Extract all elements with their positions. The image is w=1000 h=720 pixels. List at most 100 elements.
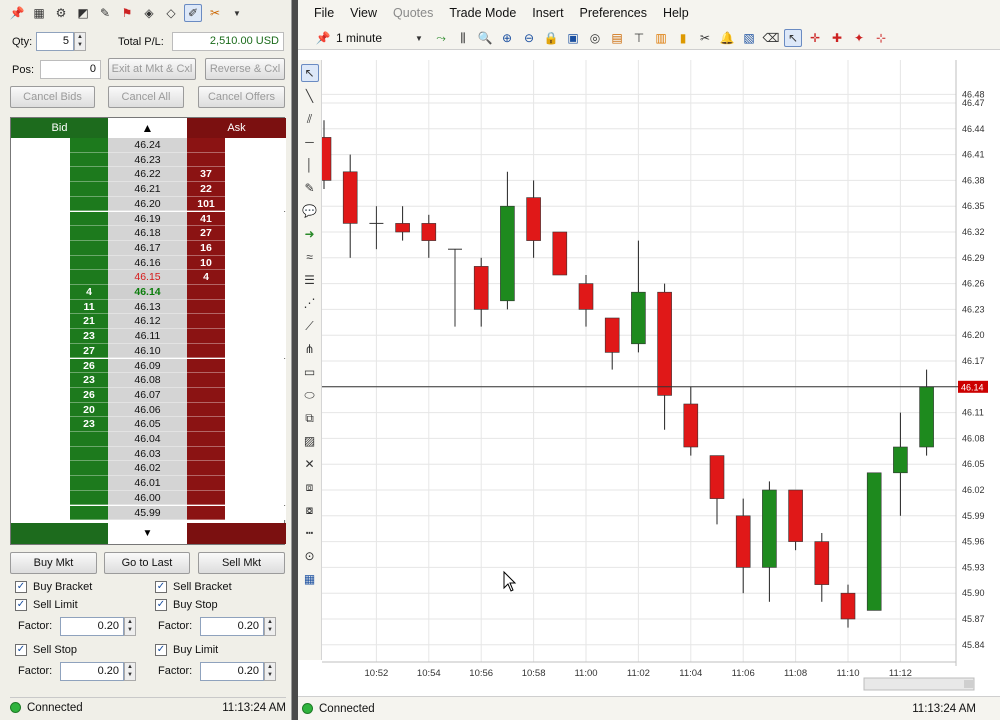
menu-file[interactable]: File [314, 6, 334, 20]
crosshair-global-icon[interactable]: ✚ [828, 29, 846, 47]
zoom-out-icon[interactable]: ⊖ [520, 29, 538, 47]
menu-insert[interactable]: Insert [532, 6, 563, 20]
cancel-all-button[interactable]: Cancel All [108, 86, 184, 108]
price-cell[interactable]: 46.24 [108, 138, 187, 153]
price-cell[interactable]: 46.12 [108, 314, 187, 330]
my-ask-cell[interactable] [225, 387, 286, 403]
my-bid-cell[interactable] [11, 432, 70, 447]
price-cell[interactable]: 46.02 [108, 461, 187, 477]
menu-quotes[interactable]: Quotes [393, 6, 433, 20]
alerts-icon[interactable]: ◇ [162, 4, 180, 22]
ask-size-cell[interactable]: 22 [187, 182, 225, 197]
ellipse-icon[interactable]: ⬭ [301, 386, 319, 404]
factor-stepper[interactable]: ▲ ▼ [264, 662, 276, 681]
my-bid-cell[interactable] [11, 461, 70, 477]
bid-size-cell[interactable] [70, 211, 108, 227]
fib-icon[interactable]: ☰ [301, 271, 319, 289]
sell-stop-checkbox[interactable]: ✓ [15, 644, 27, 656]
bid-size-cell[interactable] [70, 152, 108, 168]
chart-icon[interactable]: ◩ [74, 4, 92, 22]
vline-icon[interactable]: │ [301, 156, 319, 174]
lock-draw-icon[interactable]: ⊙ [301, 547, 319, 565]
group-icon[interactable]: ⧈ [301, 478, 319, 496]
tree-icon[interactable]: ⊤ [630, 29, 648, 47]
tools-icon[interactable]: ✂ [206, 4, 224, 22]
line-icon[interactable]: ╲ [301, 87, 319, 105]
save-icon[interactable]: ▣ [564, 29, 582, 47]
template-icon[interactable]: ▧ [740, 29, 758, 47]
ask-size-cell[interactable] [187, 329, 225, 344]
my-bid-cell[interactable] [11, 167, 70, 183]
ask-size-cell[interactable]: 101 [187, 196, 225, 212]
my-ask-cell[interactable] [225, 255, 286, 271]
bid-size-cell[interactable] [70, 476, 108, 491]
price-cell[interactable]: 46.10 [108, 343, 187, 359]
ask-size-cell[interactable]: 10 [187, 255, 225, 271]
price-cell[interactable]: 46.01 [108, 476, 187, 491]
price-cell[interactable]: 45.99 [108, 505, 187, 521]
channel-icon[interactable]: ⫽ [301, 110, 319, 128]
my-ask-cell[interactable] [225, 432, 286, 447]
copy-icon[interactable]: ⧉ [301, 409, 319, 427]
price-chart[interactable]: 46.4846.4746.4446.4146.3846.3546.3246.29… [322, 50, 1000, 700]
ask-size-cell[interactable] [187, 476, 225, 491]
arrow-icon[interactable]: ➜ [301, 225, 319, 243]
bid-size-cell[interactable] [70, 432, 108, 447]
qty-stepper[interactable]: ▲ ▼ [74, 32, 86, 51]
price-cell[interactable]: 46.22 [108, 167, 187, 183]
ask-size-cell[interactable] [187, 138, 225, 153]
bid-size-cell[interactable]: 20 [70, 402, 108, 418]
my-ask-cell[interactable] [225, 196, 286, 212]
ask-size-cell[interactable] [187, 446, 225, 462]
crosshair-icon[interactable]: ✛ [806, 29, 824, 47]
price-cell[interactable]: 46.14 [108, 285, 187, 300]
my-bid-cell[interactable] [11, 329, 70, 344]
my-ask-cell[interactable] [225, 402, 286, 418]
my-bid-cell[interactable] [11, 490, 70, 506]
factor-input[interactable]: 0.20 [200, 617, 264, 636]
grid-icon[interactable]: ▦ [301, 570, 319, 588]
cut-icon[interactable]: ✂ [696, 29, 714, 47]
interval-select[interactable]: 1 minute [336, 31, 406, 45]
bid-size-cell[interactable] [70, 167, 108, 183]
zoom-in-icon[interactable]: ⊕ [498, 29, 516, 47]
my-bid-cell[interactable] [11, 152, 70, 168]
my-bid-cell[interactable] [11, 446, 70, 462]
ask-size-cell[interactable] [187, 490, 225, 506]
factor-stepper[interactable]: ▲ ▼ [124, 662, 136, 681]
alert-icon[interactable]: ⚑ [118, 4, 136, 22]
price-cell[interactable]: 46.23 [108, 152, 187, 168]
my-bid-cell[interactable] [11, 387, 70, 403]
scroll-up-icon[interactable]: ▲ [108, 118, 187, 138]
my-bid-cell[interactable] [11, 299, 70, 315]
my-ask-cell[interactable] [225, 505, 286, 521]
properties-icon[interactable]: ◎ [586, 29, 604, 47]
ask-size-cell[interactable] [187, 402, 225, 418]
menu-trade-mode[interactable]: Trade Mode [449, 6, 516, 20]
delete-icon[interactable]: ✕ [301, 455, 319, 473]
chevron-down-icon[interactable]: ▼ [410, 29, 428, 47]
qty-input[interactable]: 5 [36, 32, 74, 51]
bid-size-cell[interactable] [70, 138, 108, 153]
my-bid-cell[interactable] [11, 476, 70, 491]
ask-size-cell[interactable] [187, 505, 225, 521]
my-bid-cell[interactable] [11, 138, 70, 153]
scroll-down-icon[interactable]: ▼ [108, 523, 187, 544]
my-ask-cell[interactable] [225, 182, 286, 197]
my-ask-cell[interactable] [225, 152, 286, 168]
bid-size-cell[interactable] [70, 182, 108, 197]
calculator-icon[interactable]: ▦ [30, 4, 48, 22]
my-ask-cell[interactable] [225, 226, 286, 241]
fan-icon[interactable]: ⟋ [301, 317, 319, 335]
my-ask-cell[interactable] [225, 446, 286, 462]
pointer-icon[interactable]: ↖ [784, 29, 802, 47]
chart-style-icon[interactable]: ⤳ [432, 29, 450, 47]
my-ask-cell[interactable] [225, 343, 286, 359]
pitchfork-icon[interactable]: ⋔ [301, 340, 319, 358]
my-bid-cell[interactable] [11, 255, 70, 271]
text-icon[interactable]: ✎ [301, 179, 319, 197]
buy-bracket-checkbox[interactable]: ✓ [15, 581, 27, 593]
my-bid-cell[interactable] [11, 240, 70, 256]
bid-size-cell[interactable]: 23 [70, 329, 108, 344]
price-cell[interactable]: 46.21 [108, 182, 187, 197]
